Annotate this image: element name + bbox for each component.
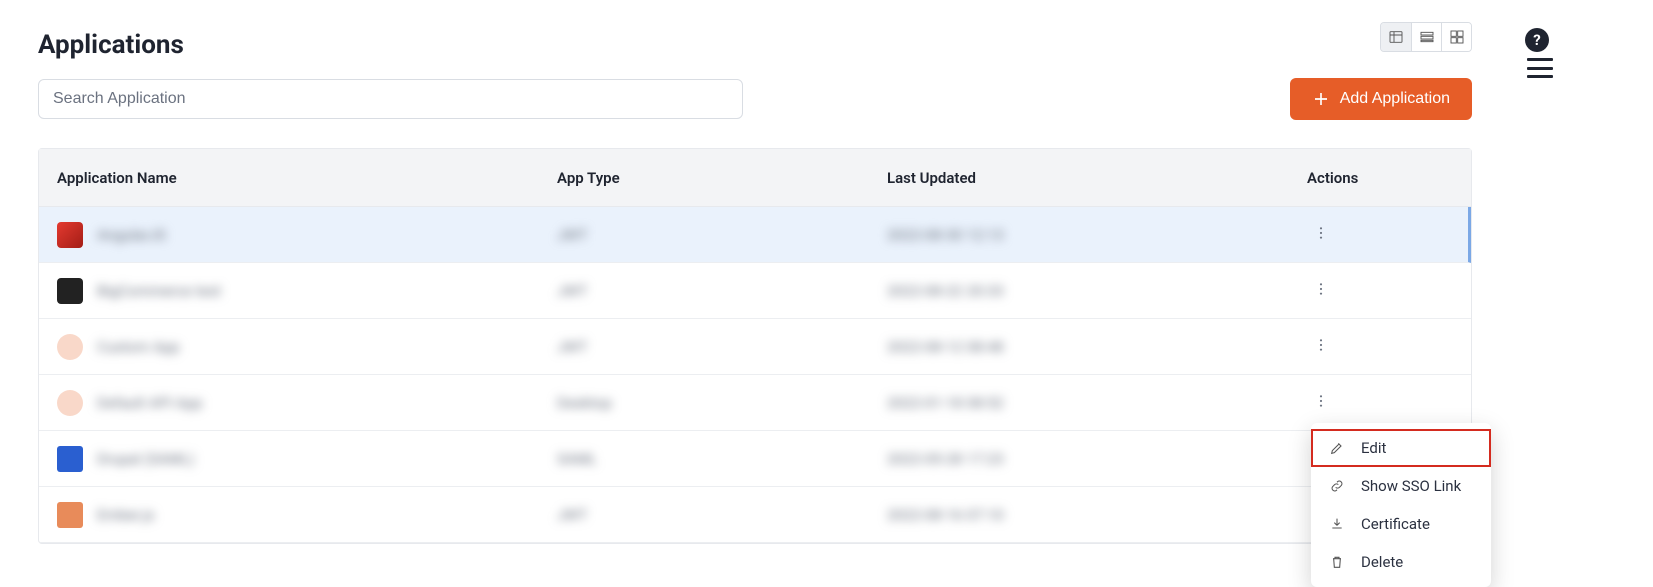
- table-row[interactable]: Custom App JWT 2022-08-12 08:48: [39, 319, 1471, 375]
- app-name: Custom App: [97, 338, 180, 356]
- app-icon: [57, 446, 83, 472]
- add-application-button[interactable]: Add Application: [1290, 78, 1472, 120]
- more-vertical-icon: [1313, 225, 1329, 241]
- add-application-label: Add Application: [1340, 90, 1450, 108]
- th-actions: Actions: [1307, 169, 1453, 187]
- menu-edit-label: Edit: [1361, 439, 1386, 457]
- trash-icon: [1329, 554, 1345, 570]
- app-type: JWT: [557, 338, 588, 356]
- app-type: SAML: [557, 450, 597, 468]
- table-icon: [1388, 29, 1404, 45]
- more-vertical-icon: [1313, 281, 1329, 297]
- app-name: Ember.js: [97, 506, 155, 524]
- app-name: Default API App: [97, 394, 202, 412]
- table-row[interactable]: Default API App Desktop 2022-01-18 08:52: [39, 375, 1471, 431]
- table-row[interactable]: Drupal (SAML) SAML 2022-05-28 17:23: [39, 431, 1471, 487]
- app-icon: [57, 222, 83, 248]
- table-row[interactable]: Ember.js JWT 2022-08-16 07:10: [39, 487, 1471, 543]
- table-header: Application Name App Type Last Updated A…: [39, 149, 1471, 207]
- more-vertical-icon: [1313, 393, 1329, 409]
- app-type: JWT: [557, 226, 588, 244]
- table-row[interactable]: AngularJS JWT 2022-08-30 12:13: [39, 207, 1471, 263]
- row-actions-button[interactable]: [1307, 387, 1335, 418]
- view-grid-button[interactable]: [1441, 23, 1471, 51]
- app-icon: [57, 278, 83, 304]
- menu-sso-link[interactable]: Show SSO Link: [1311, 467, 1491, 505]
- app-type: JWT: [557, 282, 588, 300]
- row-actions-button[interactable]: [1307, 219, 1335, 250]
- menu-edit[interactable]: Edit: [1311, 429, 1491, 467]
- search-input[interactable]: [38, 79, 743, 119]
- th-name: Application Name: [57, 169, 557, 187]
- row-actions-button[interactable]: [1307, 331, 1335, 362]
- list-icon: [1419, 29, 1435, 45]
- menu-certificate[interactable]: Certificate: [1311, 505, 1491, 543]
- app-updated: 2022-08-30 12:13: [887, 226, 1004, 244]
- menu-sso-label: Show SSO Link: [1361, 477, 1461, 495]
- grid-icon: [1449, 29, 1465, 45]
- app-type: Desktop: [557, 394, 612, 412]
- app-updated: 2022-05-28 17:23: [887, 450, 1004, 468]
- view-list-button[interactable]: [1411, 23, 1441, 51]
- app-updated: 2022-08-16 07:10: [887, 506, 1004, 524]
- plus-icon: [1312, 90, 1330, 108]
- applications-table: Application Name App Type Last Updated A…: [38, 148, 1472, 544]
- view-table-button[interactable]: [1381, 23, 1411, 51]
- app-updated: 2022-08-22 20:33: [887, 282, 1004, 300]
- menu-delete-label: Delete: [1361, 553, 1403, 571]
- app-type: JWT: [557, 506, 588, 524]
- app-icon: [57, 390, 83, 416]
- hamburger-icon[interactable]: [1527, 58, 1553, 78]
- app-icon: [57, 334, 83, 360]
- app-name: BigCommerce test: [97, 282, 221, 300]
- download-icon: [1329, 516, 1345, 532]
- pencil-icon: [1329, 440, 1345, 456]
- more-vertical-icon: [1313, 337, 1329, 353]
- app-name: Drupal (SAML): [97, 450, 194, 468]
- th-type: App Type: [557, 169, 887, 187]
- app-icon: [57, 502, 83, 528]
- table-row[interactable]: BigCommerce test JWT 2022-08-22 20:33: [39, 263, 1471, 319]
- menu-cert-label: Certificate: [1361, 515, 1430, 533]
- app-updated: 2022-08-12 08:48: [887, 338, 1004, 356]
- row-actions-menu: Edit Show SSO Link Certificate Delete: [1311, 423, 1491, 587]
- menu-delete[interactable]: Delete: [1311, 543, 1491, 581]
- app-name: AngularJS: [97, 226, 166, 244]
- app-updated: 2022-01-18 08:52: [887, 394, 1004, 412]
- view-switch: [1380, 22, 1472, 52]
- help-icon[interactable]: ?: [1525, 28, 1549, 52]
- row-actions-button[interactable]: [1307, 275, 1335, 306]
- link-icon: [1329, 478, 1345, 494]
- page-title: Applications: [38, 30, 1472, 60]
- th-updated: Last Updated: [887, 169, 1307, 187]
